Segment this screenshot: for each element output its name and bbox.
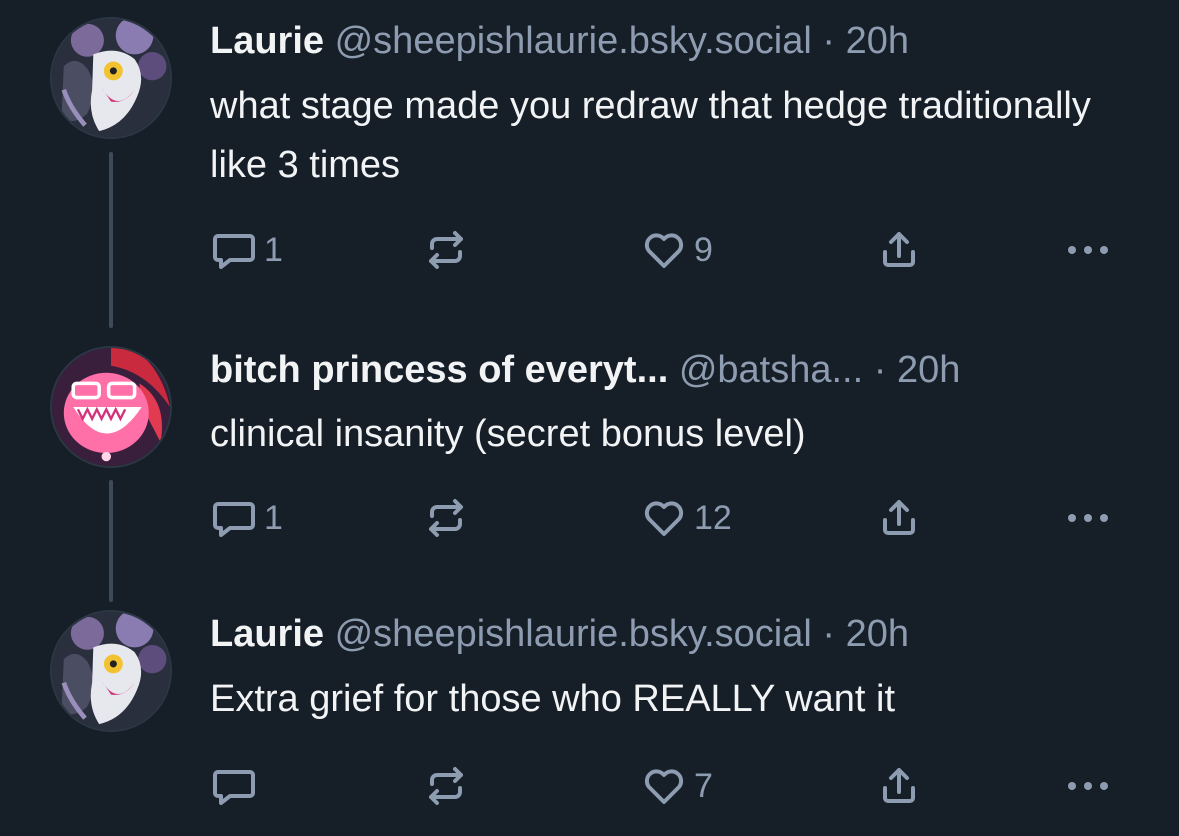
share-button[interactable] — [875, 762, 923, 810]
reply-bubble-icon — [213, 770, 255, 805]
like-button[interactable]: 12 — [640, 494, 732, 542]
heart-icon — [644, 233, 684, 268]
action-bar: 7 — [0, 762, 1179, 810]
post-header: bitch princess of everyt... @batsha... ·… — [210, 348, 960, 392]
post-header: Laurie @sheepishlaurie.bsky.social · 20h — [210, 612, 909, 656]
more-dots-icon — [1068, 514, 1108, 522]
like-count: 7 — [694, 766, 713, 805]
heart-icon — [644, 769, 684, 804]
author-handle[interactable]: @sheepishlaurie.bsky.social — [335, 20, 812, 62]
author-avatar[interactable] — [50, 17, 172, 139]
share-button[interactable] — [875, 494, 923, 542]
avatar-laurie-image — [52, 612, 170, 730]
repost-arrows-icon — [429, 231, 463, 269]
more-dots-icon — [1068, 246, 1108, 254]
post-2[interactable]: bitch princess of everyt... @batsha... ·… — [0, 330, 1179, 602]
author-avatar[interactable] — [50, 346, 172, 468]
separator-dot: · — [822, 613, 836, 655]
share-upload-icon — [883, 232, 915, 267]
reply-button[interactable]: 1 — [210, 226, 283, 274]
action-bar: 1 12 — [0, 494, 1179, 542]
like-count: 12 — [694, 498, 732, 537]
repost-arrows-icon — [429, 499, 463, 537]
more-dots-icon — [1068, 782, 1108, 790]
reply-bubble-icon — [213, 234, 255, 269]
avatar-laurie-image — [52, 19, 170, 137]
post-text: Extra grief for those who REALLY want it — [210, 678, 896, 720]
reply-count: 1 — [264, 230, 283, 269]
post-header: Laurie @sheepishlaurie.bsky.social · 20h — [210, 19, 909, 63]
reply-bubble-icon — [213, 502, 255, 537]
author-name[interactable]: bitch princess of everyt... — [210, 349, 668, 391]
post-text: what stage made you redraw that hedge tr… — [210, 85, 1091, 186]
action-bar: 1 9 — [0, 226, 1179, 274]
reply-count: 1 — [264, 498, 283, 537]
reply-button[interactable]: 1 — [210, 494, 283, 542]
post-1[interactable]: Laurie @sheepishlaurie.bsky.social · 20h… — [0, 0, 1179, 330]
heart-icon — [644, 501, 684, 536]
post-time[interactable]: 20h — [897, 349, 960, 391]
repost-button[interactable] — [422, 494, 470, 542]
reply-button[interactable] — [210, 762, 264, 810]
author-handle[interactable]: @sheepishlaurie.bsky.social — [335, 613, 812, 655]
repost-button[interactable] — [422, 762, 470, 810]
more-options-button[interactable] — [1062, 226, 1114, 274]
post-text: clinical insanity (secret bonus level) — [210, 413, 806, 455]
post-time[interactable]: 20h — [846, 613, 909, 655]
like-count: 9 — [694, 230, 713, 269]
more-options-button[interactable] — [1062, 494, 1114, 542]
post-time[interactable]: 20h — [846, 20, 909, 62]
like-button[interactable]: 7 — [640, 762, 713, 810]
avatar-pink-character-image — [52, 348, 170, 466]
like-button[interactable]: 9 — [640, 226, 713, 274]
repost-arrows-icon — [429, 767, 463, 805]
separator-dot: · — [873, 349, 887, 391]
share-button[interactable] — [875, 226, 923, 274]
author-name[interactable]: Laurie — [210, 613, 324, 655]
author-name[interactable]: Laurie — [210, 20, 324, 62]
repost-button[interactable] — [422, 226, 470, 274]
post-3[interactable]: Laurie @sheepishlaurie.bsky.social · 20h… — [0, 600, 1179, 836]
more-options-button[interactable] — [1062, 762, 1114, 810]
author-handle[interactable]: @batsha... — [679, 349, 863, 391]
share-upload-icon — [883, 500, 915, 535]
share-upload-icon — [883, 768, 915, 803]
author-avatar[interactable] — [50, 610, 172, 732]
separator-dot: · — [822, 20, 836, 62]
